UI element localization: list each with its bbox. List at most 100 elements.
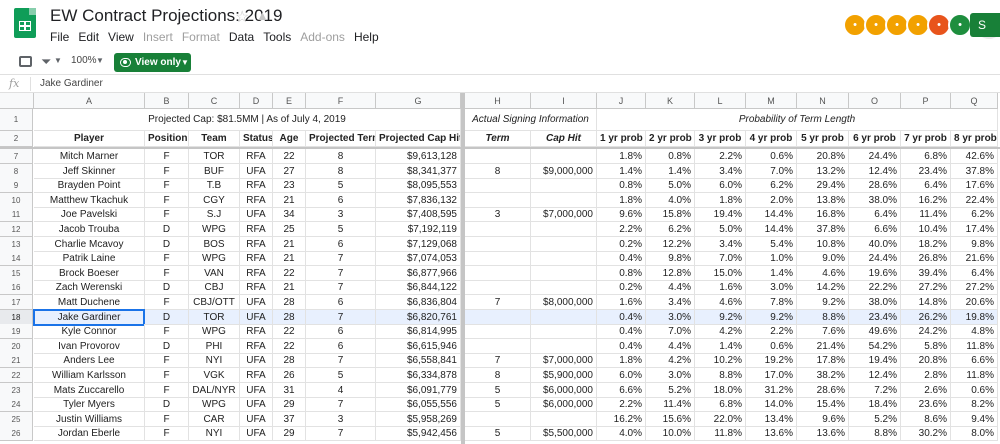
table-cell[interactable]: F [145, 163, 189, 179]
table-cell[interactable]: 6.6% [849, 222, 901, 237]
table-cell[interactable]: 23.6% [901, 397, 951, 413]
table-cell[interactable] [531, 411, 597, 427]
table-cell[interactable]: 6.0% [695, 178, 746, 194]
table-cell[interactable]: 10.0% [646, 426, 695, 442]
table-cell[interactable]: 23.4% [849, 309, 901, 325]
filter-caret-icon[interactable]: ▼ [54, 56, 62, 65]
table-cell[interactable]: $7,836,132 [376, 192, 461, 208]
table-cell[interactable]: 38.2% [797, 368, 849, 383]
table-cell[interactable]: 39.4% [901, 265, 951, 281]
table-cell[interactable]: 0.4% [597, 338, 646, 354]
table-cell[interactable] [465, 222, 531, 237]
table-cell[interactable]: RFA [240, 280, 273, 296]
row-header[interactable]: 9 [0, 178, 33, 194]
table-cell[interactable] [531, 236, 597, 252]
table-cell[interactable]: 19.8% [951, 309, 998, 325]
table-cell[interactable]: 1.8% [597, 192, 646, 208]
player-cell[interactable]: Anders Lee [34, 353, 145, 369]
table-cell[interactable]: RFA [240, 251, 273, 267]
table-cell[interactable]: 14.2% [797, 280, 849, 296]
table-cell[interactable] [531, 251, 597, 267]
table-cell[interactable]: D [145, 309, 189, 325]
table-cell[interactable]: F [145, 353, 189, 369]
player-cell[interactable]: Ivan Provorov [34, 338, 145, 354]
table-cell[interactable]: 24.2% [901, 324, 951, 340]
table-cell[interactable]: 21.4% [797, 338, 849, 354]
player-cell[interactable]: Charlie Mcavoy [34, 236, 145, 252]
column-header-d[interactable]: D [240, 93, 273, 109]
table-cell[interactable]: 6.8% [901, 149, 951, 164]
table-cell[interactable]: 4 [306, 382, 376, 398]
table-cell[interactable]: 7 [465, 353, 531, 369]
table-cell[interactable]: F [145, 368, 189, 383]
table-cell[interactable]: 0.2% [597, 280, 646, 296]
table-cell[interactable]: UFA [240, 163, 273, 179]
table-cell[interactable]: 4.8% [951, 324, 998, 340]
table-cell[interactable]: 6.6% [597, 382, 646, 398]
table-cell[interactable]: 22 [273, 338, 306, 354]
table-cell[interactable]: $6,844,122 [376, 280, 461, 296]
player-cell[interactable]: Patrik Laine [34, 251, 145, 267]
column-header-l[interactable]: L [695, 93, 746, 109]
table-cell[interactable]: 22 [273, 149, 306, 164]
table-cell[interactable]: D [145, 222, 189, 237]
table-cell[interactable]: 15.6% [646, 411, 695, 427]
table-cell[interactable]: 9.0% [797, 251, 849, 267]
table-cell[interactable] [531, 222, 597, 237]
table-cell[interactable]: 3.0% [746, 280, 797, 296]
table-cell[interactable]: 2.6% [901, 382, 951, 398]
table-cell[interactable]: 13.8% [797, 192, 849, 208]
table-cell[interactable]: 7 [306, 265, 376, 281]
table-cell[interactable] [531, 324, 597, 340]
table-cell[interactable]: 5.4% [746, 236, 797, 252]
table-cell[interactable]: 27 [273, 163, 306, 179]
table-cell[interactable]: CAR [189, 411, 240, 427]
table-cell[interactable]: 6.4% [951, 265, 998, 281]
table-cell[interactable]: $6,000,000 [531, 397, 597, 413]
table-cell[interactable]: 1.0% [746, 251, 797, 267]
player-cell[interactable]: Jeff Skinner [34, 163, 145, 179]
table-cell[interactable]: VAN [189, 265, 240, 281]
table-cell[interactable]: 37 [273, 411, 306, 427]
table-cell[interactable]: $9,613,128 [376, 149, 461, 164]
row-header[interactable]: 17 [0, 295, 33, 310]
row-header[interactable]: 13 [0, 236, 33, 252]
table-cell[interactable]: 6.4% [849, 207, 901, 223]
table-cell[interactable]: 31.2% [746, 382, 797, 398]
table-cell[interactable]: RFA [240, 324, 273, 340]
table-cell[interactable]: 12.4% [849, 163, 901, 179]
table-cell[interactable]: 17.4% [951, 222, 998, 237]
table-cell[interactable]: 11.4% [901, 207, 951, 223]
table-cell[interactable]: F [145, 207, 189, 223]
table-cell[interactable]: 19.4% [695, 207, 746, 223]
table-cell[interactable]: 17.8% [797, 353, 849, 369]
table-cell[interactable]: F [145, 178, 189, 194]
table-cell[interactable] [531, 178, 597, 194]
table-cell[interactable]: 17.0% [746, 368, 797, 383]
table-cell[interactable]: DAL/NYR [189, 382, 240, 398]
player-cell[interactable]: Jordan Eberle [34, 426, 145, 442]
table-cell[interactable] [465, 265, 531, 281]
player-cell[interactable]: Justin Williams [34, 411, 145, 427]
table-cell[interactable]: 11.8% [951, 338, 998, 354]
table-cell[interactable] [465, 309, 531, 325]
table-cell[interactable]: 1.6% [597, 295, 646, 310]
table-cell[interactable]: 1.6% [695, 280, 746, 296]
row-header[interactable]: 7 [0, 149, 33, 164]
table-cell[interactable]: 15.4% [797, 397, 849, 413]
player-cell[interactable]: Kyle Connor [34, 324, 145, 340]
table-cell[interactable]: 8 [465, 368, 531, 383]
row-header[interactable]: 8 [0, 163, 33, 179]
row-header[interactable]: 19 [0, 324, 33, 340]
table-cell[interactable]: 22 [273, 324, 306, 340]
table-cell[interactable]: 22.2% [849, 280, 901, 296]
table-cell[interactable]: 3.4% [695, 163, 746, 179]
table-cell[interactable]: 12.4% [849, 368, 901, 383]
row-header[interactable]: 2 [0, 131, 33, 147]
table-cell[interactable]: 7 [306, 426, 376, 442]
table-cell[interactable]: 0.6% [746, 338, 797, 354]
table-cell[interactable]: 42.6% [951, 149, 998, 164]
table-cell[interactable]: RFA [240, 265, 273, 281]
table-cell[interactable]: 27.2% [901, 280, 951, 296]
table-cell[interactable]: 21 [273, 280, 306, 296]
